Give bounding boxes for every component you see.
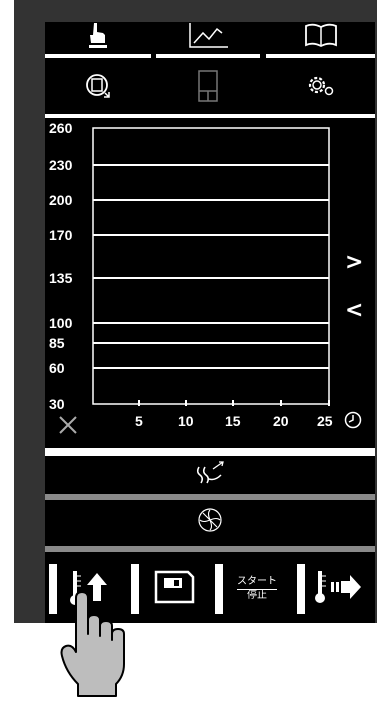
gears-icon [305,73,337,104]
panel-layout-icon [197,69,219,108]
start-stop-button[interactable]: スタート 停止 [225,564,289,614]
y-tick-label: 135 [49,270,73,286]
x-tick-label: 25 [317,413,333,429]
y-tick-label: 100 [49,315,73,331]
save-button[interactable] [139,564,209,614]
separator [297,564,305,614]
start-stop-label: スタート 停止 [237,576,277,602]
section-divider [45,114,375,118]
x-tick-label: 10 [178,413,194,429]
prev-arrow-button[interactable]: < [345,298,363,323]
open-book-icon [303,22,339,53]
next-arrow-button[interactable]: > [345,250,363,275]
tab-indicator-2 [156,54,260,58]
y-tick-label: 200 [49,192,73,208]
touch-mode-button[interactable] [45,22,151,52]
band-divider-2 [45,494,375,500]
steam-icon [193,459,227,492]
x-tick-label: 15 [225,413,241,429]
manual-button[interactable] [266,22,375,52]
band-divider-1 [45,448,375,456]
tab-indicator-3 [266,54,375,58]
save-disk-icon [152,569,196,610]
temp-transfer-button[interactable] [305,564,373,614]
x-tick-label: 5 [135,413,143,429]
settings-button[interactable] [266,62,375,114]
rotate-button[interactable] [45,62,151,114]
stop-label: 停止 [247,590,267,601]
fan-icon [197,507,223,538]
steam-mode-button[interactable] [45,458,375,492]
layout-button[interactable] [156,62,260,114]
temperature-transfer-icon [314,568,364,611]
y-tick-label: 60 [49,360,65,376]
y-tick-label: 230 [49,157,73,173]
band-divider-3 [45,546,375,552]
touch-hand-icon [85,22,111,54]
x-tick-label: 20 [273,413,289,429]
separator [215,564,223,614]
temperature-chart: 260 230 200 170 135 100 85 60 30 5 10 15 20 25 [49,120,333,429]
close-icon[interactable] [57,414,79,441]
fan-mode-button[interactable] [45,502,375,542]
graph-mode-button[interactable] [156,22,260,52]
y-tick-label: 260 [49,120,73,136]
start-label: スタート [237,576,277,590]
clock-icon[interactable] [343,410,363,435]
y-tick-label: 170 [49,227,73,243]
rotate-door-icon [83,71,113,106]
y-tick-label: 30 [49,396,65,412]
y-tick-label: 85 [49,335,65,351]
tab-indicator-1 [45,54,151,58]
pointer-hand-icon [54,590,142,703]
plot-frame [92,127,330,405]
screen: 260 230 200 170 135 100 85 60 30 5 10 15 20 25 > < [45,22,375,623]
device-frame: 260 230 200 170 135 100 85 60 30 5 10 15 20 25 > < [14,0,377,623]
line-chart-icon [186,22,230,54]
